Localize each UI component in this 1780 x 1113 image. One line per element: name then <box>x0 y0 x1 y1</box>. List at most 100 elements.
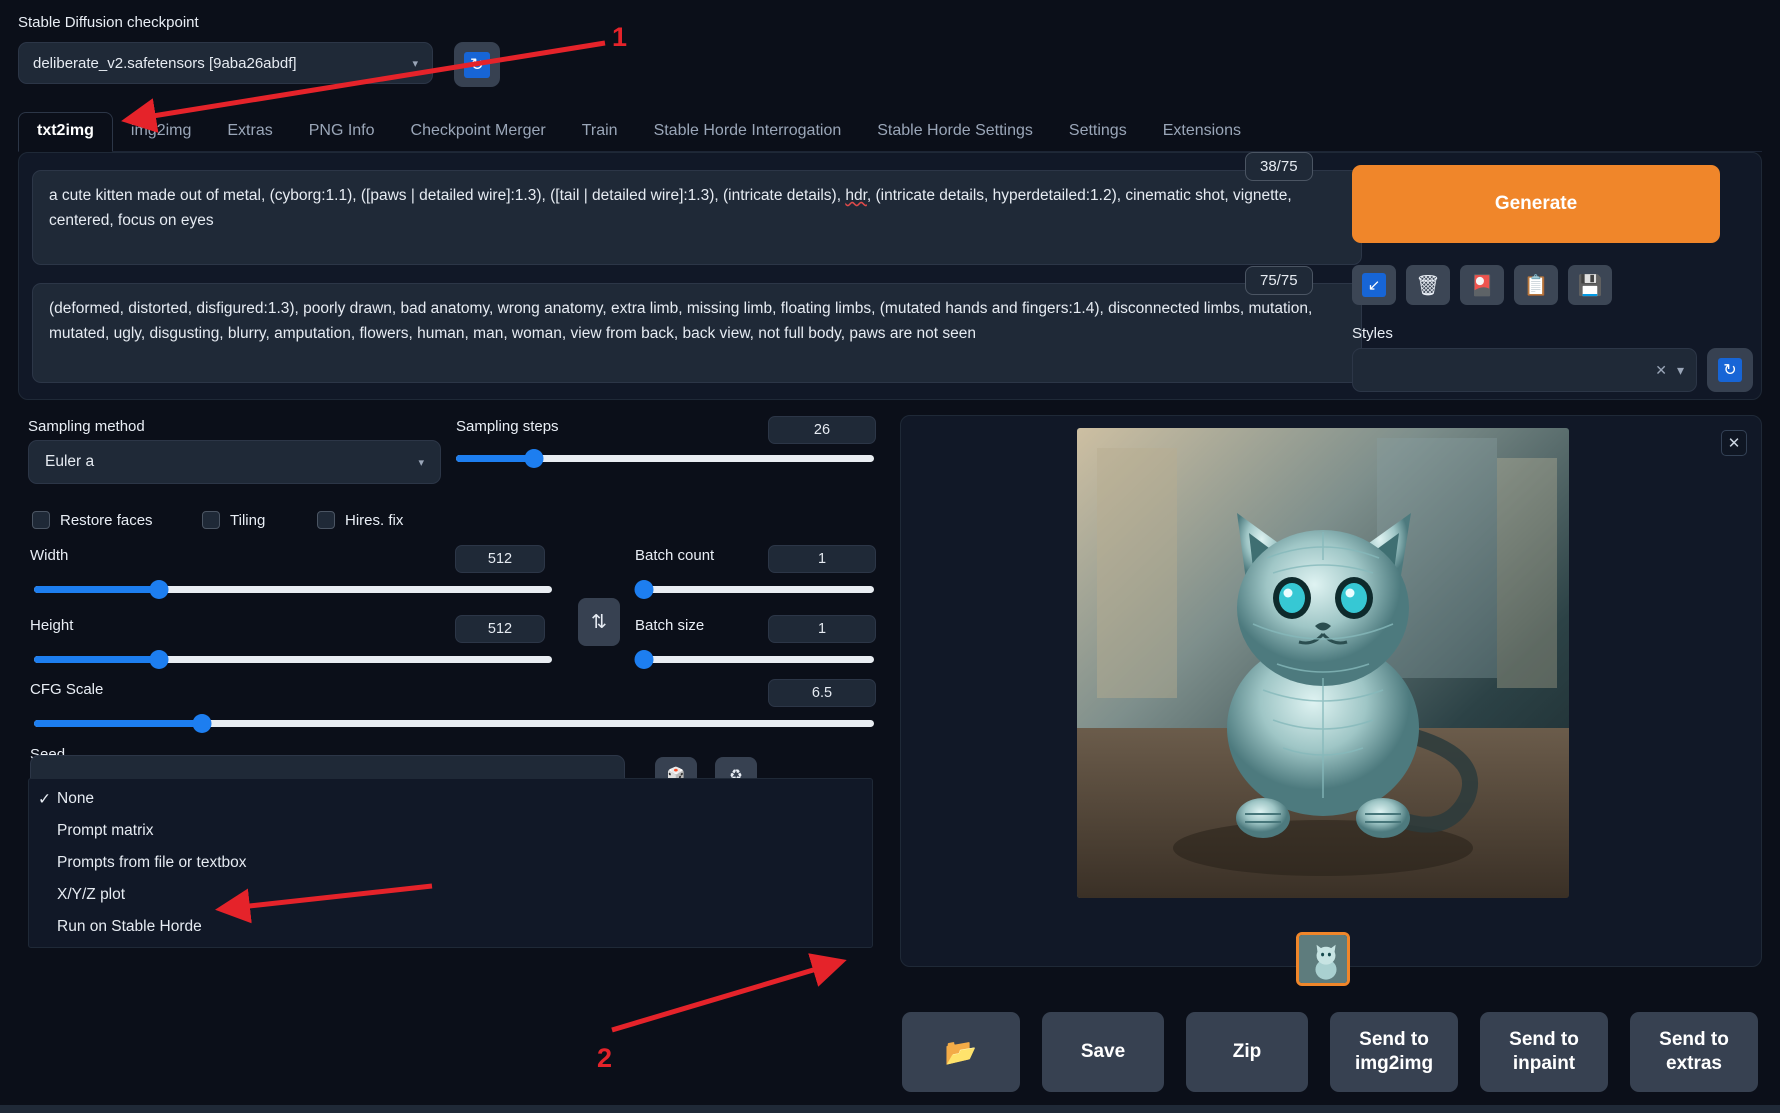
slider-fill <box>34 720 202 727</box>
slider-knob[interactable] <box>149 650 169 669</box>
tab-extensions[interactable]: Extensions <box>1145 113 1259 151</box>
batch-count-value[interactable]: 1 <box>768 545 876 573</box>
batch-count-label: Batch count <box>635 547 715 564</box>
restore-faces-label: Restore faces <box>60 511 153 529</box>
slider-fill <box>456 455 534 462</box>
sampling-steps-slider[interactable] <box>456 449 874 468</box>
refresh-checkpoints-button[interactable]: ↻ <box>454 42 500 87</box>
image-action-buttons: 📂 Save Zip Send to img2img Send to inpai… <box>902 1012 1758 1092</box>
dropdown-option-prompt-matrix[interactable]: Prompt matrix <box>29 815 872 847</box>
width-slider[interactable] <box>34 580 552 599</box>
tab-stable-horde-interrogation[interactable]: Stable Horde Interrogation <box>636 113 860 151</box>
send-to-img2img-button[interactable]: Send to img2img <box>1330 1012 1458 1092</box>
tab-extras[interactable]: Extras <box>209 113 290 151</box>
dropdown-option-xyz-plot[interactable]: X/Y/Z plot <box>29 879 872 911</box>
save-button[interactable]: Save <box>1042 1012 1164 1092</box>
checkpoint-label: Stable Diffusion checkpoint <box>18 14 199 31</box>
checkpoint-value: deliberate_v2.safetensors [9aba26abdf] <box>33 54 297 72</box>
main-tabbar: txt2img img2img Extras PNG Info Checkpoi… <box>18 110 1762 152</box>
batch-size-slider[interactable] <box>634 650 874 669</box>
tiling-checkbox[interactable]: Tiling <box>202 511 265 529</box>
tiling-label: Tiling <box>230 511 266 529</box>
sampling-steps-value[interactable]: 26 <box>768 416 876 444</box>
restore-progress-icon: ↙ <box>1362 273 1386 297</box>
height-label: Height <box>30 617 74 634</box>
hires-fix-checkbox[interactable]: Hires. fix <box>317 511 403 529</box>
chevron-down-icon: ▾ <box>1676 361 1684 378</box>
sampling-method-value: Euler a <box>45 453 95 470</box>
checkbox-icon[interactable] <box>202 511 220 529</box>
chevron-down-icon: ▾ <box>412 57 418 70</box>
negative-token-counter: 75/75 <box>1245 266 1313 295</box>
tab-img2img[interactable]: img2img <box>113 113 209 151</box>
apply-style-button[interactable]: 📋 <box>1514 265 1558 305</box>
width-label: Width <box>30 547 69 564</box>
open-folder-button[interactable]: 📂 <box>902 1012 1020 1092</box>
slider-fill <box>34 586 159 593</box>
tab-png-info[interactable]: PNG Info <box>291 113 393 151</box>
height-value[interactable]: 512 <box>455 615 545 643</box>
generated-image[interactable] <box>1077 428 1569 898</box>
tab-settings[interactable]: Settings <box>1051 113 1145 151</box>
batch-size-value[interactable]: 1 <box>768 615 876 643</box>
bottom-divider <box>0 1105 1780 1113</box>
close-icon: ✕ <box>1727 435 1741 452</box>
batch-size-label: Batch size <box>635 617 705 634</box>
sd-webui-window: Stable Diffusion checkpoint deliberate_v… <box>0 0 1780 1113</box>
height-slider[interactable] <box>34 650 552 669</box>
extra-networks-icon: 🎴 <box>1469 274 1495 297</box>
checkpoint-select[interactable]: deliberate_v2.safetensors [9aba26abdf] ▾ <box>18 42 433 84</box>
annotation-number-1: 1 <box>612 22 628 52</box>
generate-tool-icons: ↙ 🗑 🎴 📋 💾 <box>1352 265 1612 305</box>
refresh-icon: ↻ <box>464 51 490 78</box>
slider-knob[interactable] <box>634 650 654 669</box>
trash-icon: 🗑 <box>1415 274 1441 297</box>
checkbox-icon[interactable] <box>317 511 335 529</box>
tab-txt2img[interactable]: txt2img <box>18 112 113 152</box>
dropdown-option-run-on-stable-horde[interactable]: Run on Stable Horde <box>29 911 872 943</box>
dropdown-option-none[interactable]: None <box>29 783 872 815</box>
generate-button[interactable]: Generate <box>1352 165 1720 243</box>
refresh-icon: ↻ <box>1718 358 1742 382</box>
refresh-styles-button[interactable]: ↻ <box>1707 348 1753 392</box>
restore-progress-button[interactable]: ↙ <box>1352 265 1396 305</box>
close-preview-button[interactable]: ✕ <box>1721 430 1747 456</box>
positive-prompt-input[interactable]: a cute kitten made out of metal, (cyborg… <box>32 170 1362 265</box>
tab-train[interactable]: Train <box>564 113 636 151</box>
positive-token-counter: 38/75 <box>1245 152 1313 181</box>
restore-faces-checkbox[interactable]: Restore faces <box>32 511 153 529</box>
swap-dimensions-button[interactable]: ⇅ <box>578 598 620 646</box>
slider-fill <box>34 656 159 663</box>
annotation-number-2: 2 <box>597 1043 613 1073</box>
slider-knob[interactable] <box>149 580 169 599</box>
sampling-method-label: Sampling method <box>28 418 145 435</box>
chevron-down-icon: ▾ <box>418 456 424 469</box>
cfg-scale-value[interactable]: 6.5 <box>768 679 876 707</box>
slider-knob[interactable] <box>192 714 212 733</box>
save-style-button[interactable]: 💾 <box>1568 265 1612 305</box>
save-style-icon: 💾 <box>1577 274 1603 297</box>
batch-count-slider[interactable] <box>634 580 874 599</box>
send-to-extras-button[interactable]: Send to extras <box>1630 1012 1758 1092</box>
zip-button[interactable]: Zip <box>1186 1012 1308 1092</box>
cfg-scale-slider[interactable] <box>34 714 874 733</box>
image-thumbnail[interactable] <box>1296 932 1350 986</box>
checkbox-icon[interactable] <box>32 511 50 529</box>
tab-checkpoint-merger[interactable]: Checkpoint Merger <box>393 113 564 151</box>
extra-networks-button[interactable]: 🎴 <box>1460 265 1504 305</box>
folder-icon: 📂 <box>944 1037 978 1067</box>
slider-knob[interactable] <box>634 580 654 599</box>
width-value[interactable]: 512 <box>455 545 545 573</box>
clear-icon[interactable]: ✕ <box>1655 362 1667 379</box>
dropdown-option-prompts-from-file[interactable]: Prompts from file or textbox <box>29 847 872 879</box>
slider-knob[interactable] <box>524 449 544 468</box>
send-to-inpaint-button[interactable]: Send to inpaint <box>1480 1012 1608 1092</box>
hires-fix-label: Hires. fix <box>345 511 404 529</box>
cfg-scale-label: CFG Scale <box>30 681 104 698</box>
clear-prompt-button[interactable]: 🗑 <box>1406 265 1450 305</box>
styles-select[interactable]: ✕ ▾ <box>1352 348 1697 392</box>
sampling-method-select[interactable]: Euler a ▾ <box>28 440 441 484</box>
tab-stable-horde-settings[interactable]: Stable Horde Settings <box>859 113 1051 151</box>
script-dropdown-list[interactable]: None Prompt matrix Prompts from file or … <box>28 778 873 948</box>
negative-prompt-input[interactable]: (deformed, distorted, disfigured:1.3), p… <box>32 283 1362 383</box>
